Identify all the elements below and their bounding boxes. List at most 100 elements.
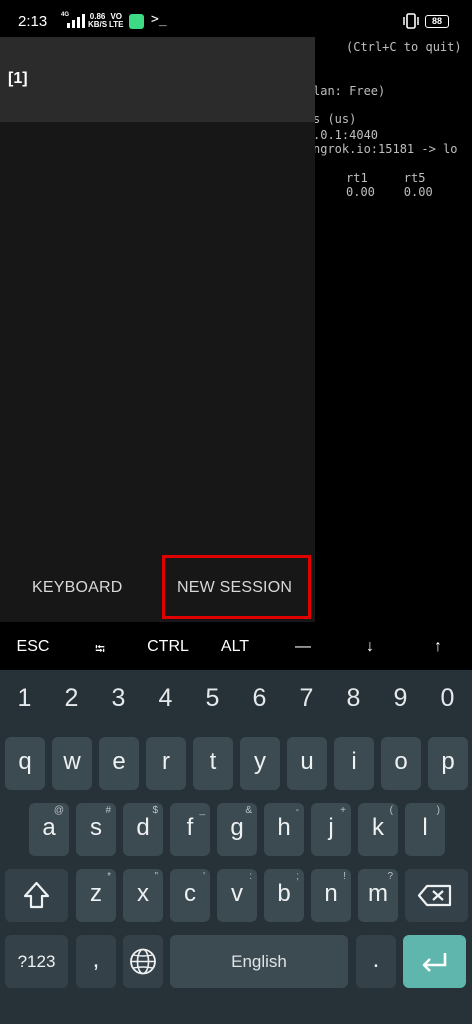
language-key[interactable] xyxy=(123,935,163,988)
key-3[interactable]: 3 xyxy=(95,684,142,713)
comma-key[interactable]: , xyxy=(76,935,116,988)
key-hint: : xyxy=(249,871,252,882)
alt-key[interactable]: ALT xyxy=(205,638,265,656)
key-letter: , xyxy=(92,946,100,973)
app-notification-icon xyxy=(129,14,144,29)
extra-keys-row: ESC ⭾ CTRL ALT — ↓ ↑ xyxy=(0,622,472,670)
backspace-key[interactable] xyxy=(405,869,468,922)
key-g[interactable]: & g xyxy=(217,803,257,856)
terminal-line: 0.00 0.00 xyxy=(346,185,433,199)
key-d[interactable]: $ d xyxy=(123,803,163,856)
network-speed: 0.86 KB/S xyxy=(88,13,107,29)
key-f[interactable]: _ f xyxy=(170,803,210,856)
key-hint: - xyxy=(295,805,299,816)
key-letter: . xyxy=(372,946,380,973)
battery-icon: 88 xyxy=(425,15,449,28)
new-session-highlight xyxy=(162,555,311,619)
key-7[interactable]: 7 xyxy=(283,684,330,713)
key-q[interactable]: q xyxy=(5,737,45,790)
key-2[interactable]: 2 xyxy=(48,684,95,713)
key-o[interactable]: o xyxy=(381,737,421,790)
key-r[interactable]: r xyxy=(146,737,186,790)
tab-key[interactable]: ⭾ xyxy=(70,640,130,662)
status-time: 2:13 xyxy=(18,13,48,30)
key-n[interactable]: ! n xyxy=(311,869,351,922)
up-arrow-key[interactable]: ↑ xyxy=(408,638,468,656)
key-y[interactable]: y xyxy=(240,737,280,790)
key-letter: o xyxy=(394,748,408,775)
key-h[interactable]: -h xyxy=(264,803,304,856)
key-a[interactable]: @ a xyxy=(29,803,69,856)
key-c[interactable]: ' c xyxy=(170,869,210,922)
key-letter: w xyxy=(63,748,81,775)
dash-key[interactable]: — xyxy=(273,638,333,656)
vibrate-icon xyxy=(403,13,419,29)
symbols-key[interactable]: ?123 xyxy=(5,935,68,988)
key-s[interactable]: # s xyxy=(76,803,116,856)
key-4[interactable]: 4 xyxy=(142,684,189,713)
key-b[interactable]: ; b xyxy=(264,869,304,922)
period-key[interactable]: . xyxy=(356,935,396,988)
soft-keyboard: 1 2 3 4 5 6 7 8 9 0 q w e r t y u i o p … xyxy=(0,670,472,1024)
key-hint: * xyxy=(107,871,111,882)
key-m[interactable]: ? m xyxy=(358,869,398,922)
terminal-line: (Ctrl+C to quit) xyxy=(346,40,462,54)
space-key[interactable]: English xyxy=(170,935,348,988)
key-letter: i xyxy=(351,748,357,775)
key-hint: + xyxy=(340,805,346,816)
key-letter: y xyxy=(254,748,266,775)
key-letter: e xyxy=(112,748,126,775)
key-i[interactable]: i xyxy=(334,737,374,790)
session-label: [1] xyxy=(8,70,28,87)
key-letter: p xyxy=(441,748,455,775)
session-drawer: [1] KEYBOARD NEW SESSION xyxy=(0,37,315,623)
signal-icon xyxy=(67,14,85,28)
key-5[interactable]: 5 xyxy=(189,684,236,713)
key-hint: ) xyxy=(436,805,440,816)
keyboard-button[interactable]: KEYBOARD xyxy=(32,579,123,597)
key-1[interactable]: 1 xyxy=(1,684,48,713)
key-t[interactable]: t xyxy=(193,737,233,790)
key-letter: r xyxy=(162,748,170,775)
key-x[interactable]: " x xyxy=(123,869,163,922)
key-hint: & xyxy=(245,805,252,816)
key-9[interactable]: 9 xyxy=(377,684,424,713)
symbols-label: ?123 xyxy=(17,952,56,971)
enter-key[interactable] xyxy=(403,935,466,988)
terminal-notification-icon: >_ xyxy=(151,12,167,27)
key-z[interactable]: * z xyxy=(76,869,116,922)
key-k[interactable]: (k xyxy=(358,803,398,856)
key-hint: # xyxy=(105,805,111,816)
key-e[interactable]: e xyxy=(99,737,139,790)
key-hint: ; xyxy=(296,871,299,882)
terminal-line: lan: Free) xyxy=(313,84,386,98)
key-v[interactable]: :v xyxy=(217,869,257,922)
session-item[interactable]: [1] xyxy=(0,37,315,122)
shift-key[interactable] xyxy=(5,869,68,922)
key-hint: ' xyxy=(203,871,205,882)
key-hint: ! xyxy=(343,871,346,882)
enter-icon xyxy=(422,953,447,972)
key-hint: " xyxy=(154,871,158,882)
esc-key[interactable]: ESC xyxy=(3,638,63,656)
backspace-icon xyxy=(417,884,452,907)
key-8[interactable]: 8 xyxy=(330,684,377,713)
key-hint: ? xyxy=(387,871,393,882)
key-u[interactable]: u xyxy=(287,737,327,790)
key-6[interactable]: 6 xyxy=(236,684,283,713)
key-l[interactable]: ) l xyxy=(405,803,445,856)
down-arrow-key[interactable]: ↓ xyxy=(340,638,400,656)
key-letter: q xyxy=(18,748,32,775)
shift-icon xyxy=(23,881,50,909)
terminal-line: .0.1:4040 xyxy=(313,128,379,142)
key-0[interactable]: 0 xyxy=(424,684,471,713)
terminal-line: ngrok.io:15181 -> lo xyxy=(313,142,458,156)
ctrl-key[interactable]: CTRL xyxy=(138,638,198,656)
terminal-line: rt1 rt5 xyxy=(346,171,426,185)
key-hint: $ xyxy=(152,805,158,816)
key-p[interactable]: p xyxy=(428,737,468,790)
key-letter: u xyxy=(300,748,314,775)
key-j[interactable]: + j xyxy=(311,803,351,856)
space-label: English xyxy=(231,952,287,971)
key-w[interactable]: w xyxy=(52,737,92,790)
